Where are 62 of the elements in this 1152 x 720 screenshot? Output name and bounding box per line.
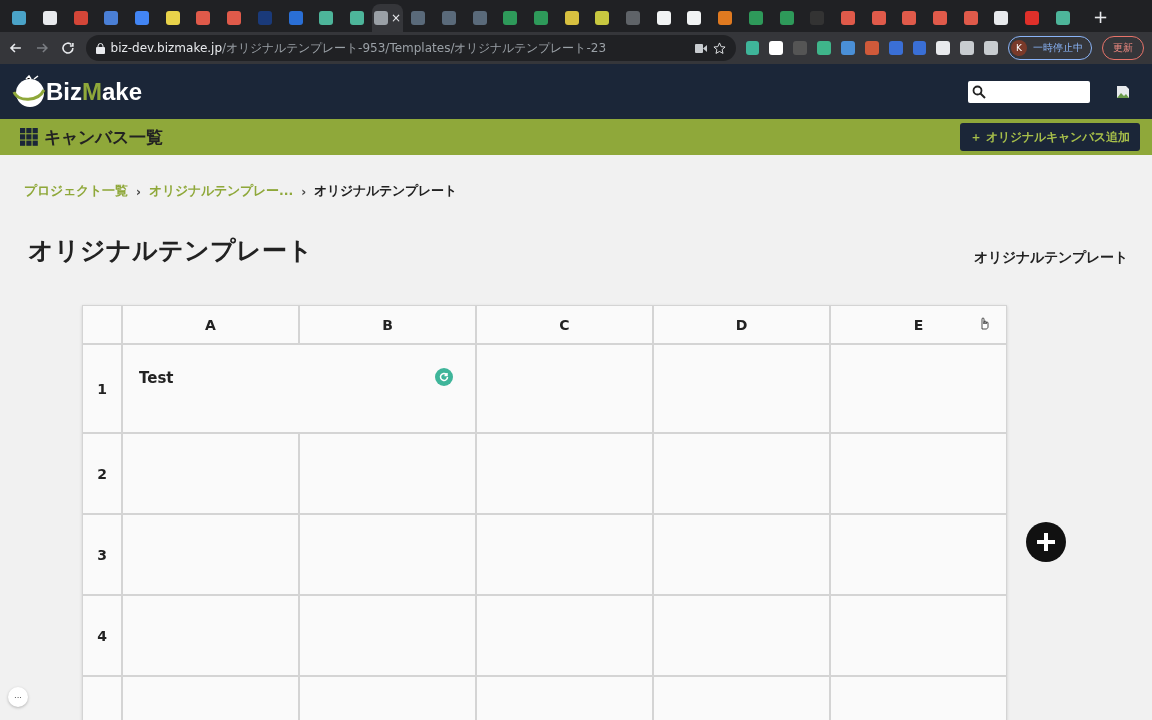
add-canvas-button[interactable]: ＋ オリジナルキャンバス追加 [960, 123, 1140, 151]
grid-cell[interactable] [122, 433, 299, 514]
row-header: 2 [82, 433, 122, 514]
template-label: オリジナルテンプレート [974, 249, 1128, 267]
address-bar[interactable]: biz-dev.bizmake.jp/オリジナルテンプレート-953/Templates/オリジナルテンプレート-23 [85, 35, 736, 61]
globe-logo-icon [12, 74, 46, 109]
star-icon[interactable] [712, 41, 726, 55]
search-icon [972, 84, 986, 99]
row-header: 1 [82, 344, 122, 433]
more-button[interactable]: ··· [8, 687, 28, 707]
close-icon[interactable]: × [391, 11, 402, 25]
grid-cell[interactable] [299, 595, 476, 676]
url-host: biz-dev.bizmake.jp [110, 41, 223, 55]
column-header: E [830, 305, 1007, 344]
column-header: B [299, 305, 476, 344]
grid-cell[interactable] [830, 514, 1007, 595]
refresh-badge-icon [435, 368, 453, 386]
grid-cell[interactable] [476, 595, 653, 676]
new-tab-button[interactable]: + [1092, 5, 1108, 27]
hand-cursor-icon [978, 316, 990, 330]
page-title: オリジナルテンプレート [28, 235, 313, 267]
column-header: A [122, 305, 299, 344]
extension-icon[interactable] [936, 41, 951, 55]
grid-cell[interactable] [653, 433, 830, 514]
current-page-label: オリジナルテンプレート [314, 183, 458, 200]
search-field[interactable] [968, 80, 1090, 103]
row-header: 4 [82, 595, 122, 676]
grid-cell[interactable] [653, 595, 830, 676]
grid-cell[interactable] [830, 344, 1007, 433]
grid-cell[interactable] [476, 514, 653, 595]
camera-icon [694, 43, 707, 53]
extension-icon[interactable] [960, 41, 975, 55]
reload-icon[interactable] [59, 40, 76, 56]
grid-cell[interactable] [122, 514, 299, 595]
corner-cell [82, 305, 122, 344]
grid-cell[interactable] [476, 433, 653, 514]
broken-image-icon [1116, 84, 1130, 99]
grid-cell[interactable] [830, 433, 1007, 514]
column-header: C [476, 305, 653, 344]
add-button[interactable] [1026, 522, 1066, 562]
breadcrumb-separator: › [301, 184, 307, 199]
browser-tab[interactable]: × [372, 4, 403, 32]
plus-icon [1035, 531, 1057, 553]
url-path: /オリジナルテンプレート-953/Templates/オリジナルテンプレート-23 [222, 39, 607, 57]
grid-cell[interactable] [299, 514, 476, 595]
extension-icon[interactable] [745, 41, 760, 55]
grid-cell[interactable] [476, 344, 653, 433]
merged-cell[interactable]: Test [122, 344, 476, 433]
grid-icon [20, 128, 38, 146]
avatar: K [1011, 40, 1027, 56]
grid-cell[interactable] [653, 344, 830, 433]
column-header: D [653, 305, 830, 344]
row-header: 3 [82, 514, 122, 595]
toolbar-title: キャンバス一覧 [44, 125, 163, 149]
grid-cell[interactable] [299, 433, 476, 514]
bizmake-logo: BizMake [46, 77, 143, 106]
lock-icon [95, 42, 105, 54]
grid-cell[interactable] [653, 514, 830, 595]
extension-icon[interactable] [769, 41, 784, 55]
grid-cell[interactable] [830, 595, 1007, 676]
breadcrumb-separator: › [136, 184, 141, 199]
grid-cell[interactable] [122, 595, 299, 676]
